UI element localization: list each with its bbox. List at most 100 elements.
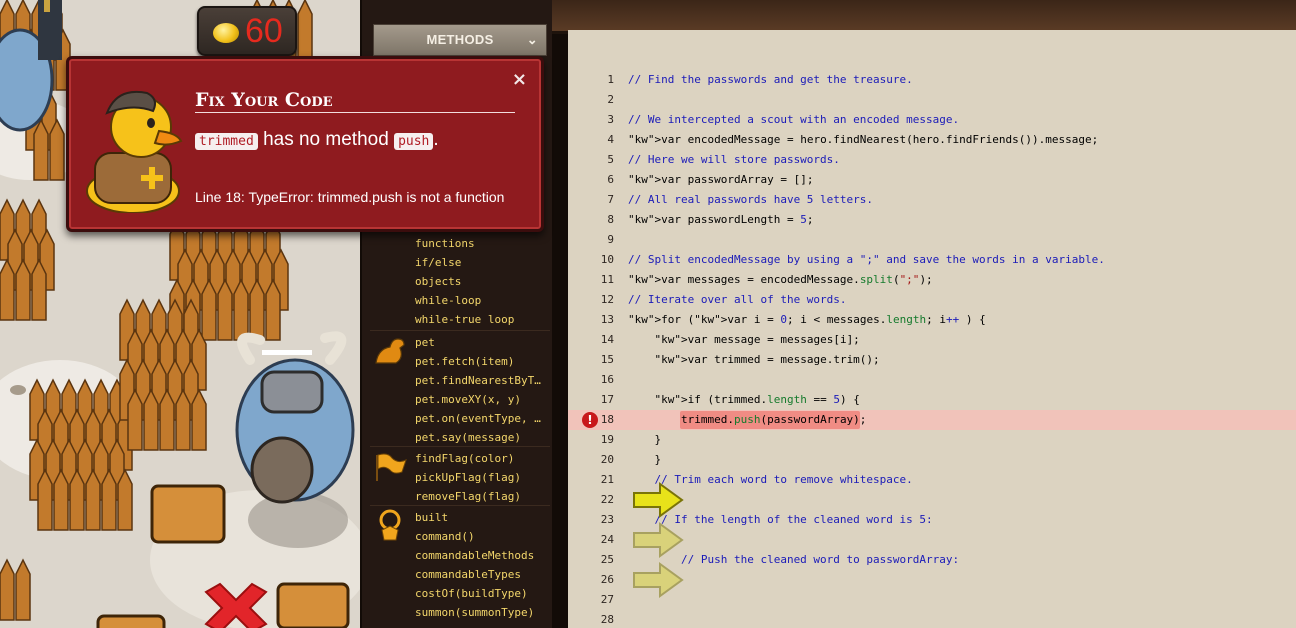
line-number: 6: [607, 173, 614, 186]
code-text: "kw">var encodedMessage = hero.findNeare…: [628, 133, 1099, 146]
line-number: 13: [600, 313, 614, 326]
message-text: has no method: [263, 129, 389, 150]
code-text: "kw">var message = messages[i];: [654, 333, 860, 346]
code-line[interactable]: 6 "kw">var passwordArray = [];: [568, 170, 1296, 190]
gold-counter: 60: [197, 6, 297, 56]
code-line[interactable]: 16: [568, 370, 1296, 390]
code-text: // Iterate over all of the words.: [628, 293, 847, 306]
palette-item[interactable]: pet.moveXY(x, y): [415, 390, 549, 409]
palette-item[interactable]: commandableMethods: [415, 546, 549, 565]
code-line[interactable]: 17 "kw">if (trimmed.length == 5) {: [568, 390, 1296, 410]
line-number: 22: [600, 493, 614, 506]
code-text: "kw">for ("kw">var i = 0; i < messages.l…: [628, 313, 986, 326]
palette-item[interactable]: removeFlag(flag): [415, 487, 549, 506]
line-number: 8: [607, 213, 614, 226]
code-line[interactable]: 2: [568, 90, 1296, 110]
line-number: 1: [607, 73, 614, 86]
code-text: // All real passwords have 5 letters.: [628, 193, 874, 206]
palette-item[interactable]: pickUpFlag(flag): [415, 468, 549, 487]
code-line[interactable]: 10 // Split encodedMessage by using a ";"…: [568, 250, 1296, 270]
code-text: // Split encodedMessage by using a ";" a…: [628, 253, 1105, 266]
line-number: 24: [600, 533, 614, 546]
chevron-down-icon: ⌄: [526, 32, 538, 47]
code-line[interactable]: 1 // Find the passwords and get the treas…: [568, 70, 1296, 90]
palette-item[interactable]: pet.fetch(item): [415, 352, 549, 371]
code-line[interactable]: 20 }: [568, 450, 1296, 470]
line-number: 21: [600, 473, 614, 486]
palette-item[interactable]: commandableTypes: [415, 565, 549, 584]
palette-item[interactable]: pet.say(message): [415, 428, 549, 447]
line-number: 11: [600, 273, 614, 286]
code-text: "kw">var passwordLength = 5;: [628, 213, 814, 226]
line-number: 15: [600, 353, 614, 366]
line-number: 7: [607, 193, 614, 206]
palette-item[interactable]: summon(summonType): [415, 603, 549, 622]
object-name: trimmed: [195, 133, 258, 150]
code-line[interactable]: 7 // All real passwords have 5 letters.: [568, 190, 1296, 210]
flag-icon: [376, 453, 407, 481]
hint-arrow-icon: [633, 562, 684, 598]
gold-amount: 60: [245, 12, 283, 50]
code-line[interactable]: 13 "kw">for ("kw">var i = 0; i < messages…: [568, 310, 1296, 330]
code-line[interactable]: 19 }: [568, 430, 1296, 450]
palette-item[interactable]: pet.findNearestByT…: [415, 371, 549, 390]
line-number: 10: [600, 253, 614, 266]
code-line[interactable]: 5 // Here we will store passwords.: [568, 150, 1296, 170]
code-text: }: [628, 433, 662, 446]
methods-dropdown[interactable]: METHODS ⌄: [373, 24, 547, 56]
palette-item[interactable]: objects: [415, 272, 549, 291]
code-line[interactable]: 8 "kw">var passwordLength = 5;: [568, 210, 1296, 230]
line-number: 4: [607, 133, 614, 146]
line-number: 26: [600, 573, 614, 586]
palette-item[interactable]: pet.on(eventType, …: [415, 409, 549, 428]
code-line[interactable]: 12 // Iterate over all of the words.: [568, 290, 1296, 310]
code-text: // Here we will store passwords.: [628, 153, 840, 166]
code-text: "kw">var trimmed = message.trim();: [654, 353, 880, 366]
code-text: // Find the passwords and get the treasu…: [628, 73, 913, 86]
line-number: 28: [600, 613, 614, 626]
palette-group-boss-star: built command() commandableMethods comma…: [370, 505, 550, 623]
message-end: .: [433, 129, 439, 150]
close-icon[interactable]: ×: [512, 69, 527, 90]
palette-item[interactable]: built: [415, 508, 549, 527]
hint-arrow-icon: [633, 522, 684, 558]
method-name: push: [394, 133, 434, 150]
code-text: "kw">var messages = encodedMessage.split…: [628, 273, 933, 286]
line-number: 27: [600, 593, 614, 606]
palette-item[interactable]: while-true loop: [415, 310, 549, 329]
palette-group-flags: findFlag(color) pickUpFlag(flag) removeF…: [370, 446, 550, 506]
line-number: 12: [600, 293, 614, 306]
line-number: 19: [600, 433, 614, 446]
code-line[interactable]: 15 "kw">var trimmed = message.trim();: [568, 350, 1296, 370]
line-number: 2: [607, 93, 614, 106]
code-text: // We intercepted a scout with an encode…: [628, 113, 960, 126]
duck-helper-icon: [86, 91, 183, 213]
code-line[interactable]: 28: [568, 610, 1296, 628]
code-line[interactable]: 14 "kw">var message = messages[i];: [568, 330, 1296, 350]
code-line[interactable]: 4 "kw">var encodedMessage = hero.findNear…: [568, 130, 1296, 150]
palette-item[interactable]: costOf(buildType): [415, 584, 549, 603]
error-detail: Line 18: TypeError: trimmed.push is not …: [195, 189, 505, 205]
palette-item[interactable]: while-loop: [415, 291, 549, 310]
error-popup: × Fix Your Code trimmed has no method pu…: [66, 56, 544, 232]
line-number: 14: [600, 333, 614, 346]
code-line-error[interactable]: 18! trimmed.push(passwordArray);: [568, 410, 1296, 430]
palette-item[interactable]: command(): [415, 527, 549, 546]
palette-item[interactable]: if/else: [415, 253, 549, 272]
palette-items: functions if/else objects while-loop whi…: [415, 234, 549, 329]
pet-icon: [375, 338, 405, 364]
gold-coin-icon: [213, 23, 239, 43]
error-icon[interactable]: !: [582, 412, 598, 428]
palette-item[interactable]: findFlag(color): [415, 449, 549, 468]
code-line[interactable]: 9: [568, 230, 1296, 250]
line-number: 20: [600, 453, 614, 466]
code-line[interactable]: 3 // We intercepted a scout with an encod…: [568, 110, 1296, 130]
code-editor[interactable]: 1 // Find the passwords and get the treas…: [568, 30, 1296, 628]
palette-group-hero: functions if/else objects while-loop whi…: [370, 232, 550, 330]
code-text: trimmed.push(passwordArray);: [628, 413, 867, 426]
palette-group-pet: pet pet.fetch(item) pet.findNearestByT… …: [370, 330, 550, 446]
hint-arrow-icon: [633, 482, 684, 518]
palette-item[interactable]: pet: [415, 333, 549, 352]
palette-item[interactable]: functions: [415, 234, 549, 253]
code-line[interactable]: 11 "kw">var messages = encodedMessage.spl…: [568, 270, 1296, 290]
